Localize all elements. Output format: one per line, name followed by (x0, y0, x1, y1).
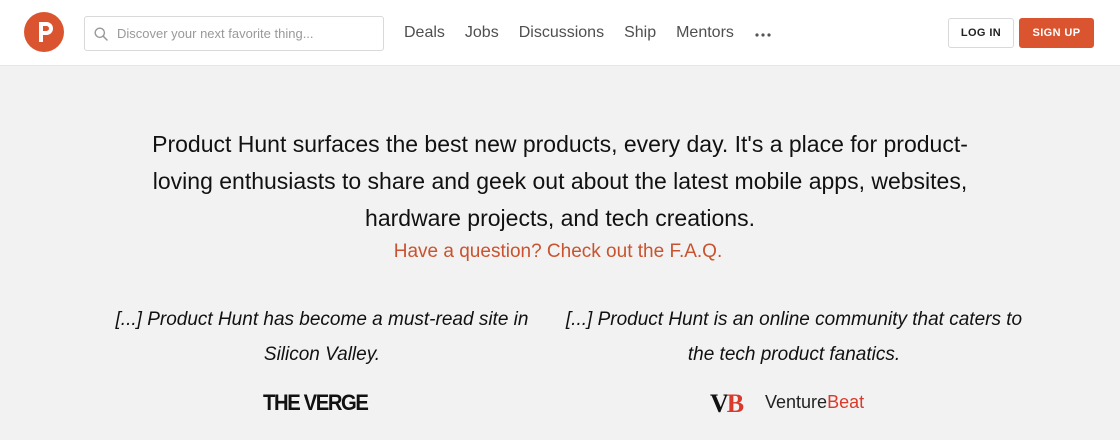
login-button[interactable]: LOG IN (948, 18, 1014, 48)
search-icon (94, 27, 108, 41)
vb-word-venture: Venture (765, 392, 828, 412)
product-hunt-logo-icon[interactable] (24, 12, 64, 52)
nav-ship[interactable]: Ship (624, 24, 656, 42)
search-input[interactable] (117, 26, 377, 41)
faq-link[interactable]: Have a question? Check out the F.A.Q. (394, 241, 722, 262)
signup-button[interactable]: SIGN UP (1019, 18, 1094, 48)
vb-mark-b: B (726, 389, 744, 418)
vb-mark-v: V (710, 389, 729, 418)
nav-deals[interactable]: Deals (404, 24, 445, 42)
top-header: Deals Jobs Discussions Ship Mentors LOG … (0, 0, 1120, 66)
vb-word-beat: Beat (827, 392, 865, 412)
intro-text: Product Hunt surfaces the best new produ… (152, 131, 968, 231)
main-nav: Deals Jobs Discussions Ship Mentors (404, 0, 772, 66)
venturebeat-wordmark: VentureBeat (765, 392, 864, 413)
quote-verge: [...] Product Hunt has become a must-rea… (115, 309, 529, 365)
search-box[interactable] (84, 16, 384, 51)
quote-venturebeat: [...] Product Hunt is an online communit… (565, 309, 1023, 365)
nav-mentors[interactable]: Mentors (676, 24, 734, 42)
faq-line: Have a question? Check out the F.A.Q. (0, 241, 1116, 263)
venturebeat-mark-logo: VB (710, 389, 744, 419)
more-dots-icon[interactable] (754, 32, 772, 38)
nav-discussions[interactable]: Discussions (519, 24, 604, 42)
the-verge-logo: THE VERGE (263, 390, 369, 415)
nav-jobs[interactable]: Jobs (465, 24, 499, 42)
